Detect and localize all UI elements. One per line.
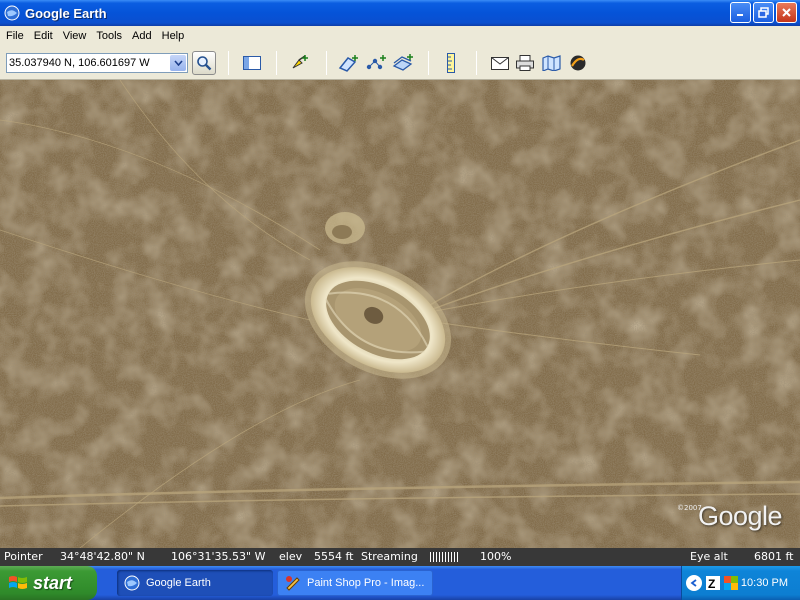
restore-button[interactable] [753, 2, 774, 23]
add-polygon-button[interactable] [337, 51, 361, 75]
sidebar-toggle-icon [243, 56, 261, 70]
email-icon [491, 56, 509, 70]
toolbar-separator [326, 51, 327, 75]
menu-edit[interactable]: Edit [30, 30, 59, 42]
toolbar-separator [428, 51, 429, 75]
taskbar-item-paint-shop-pro[interactable]: Paint Shop Pro - Imag... [277, 570, 433, 596]
start-button[interactable]: start [0, 566, 97, 600]
restore-icon [758, 7, 769, 18]
print-icon [516, 55, 534, 71]
image-overlay-icon [392, 54, 413, 71]
clock: 10:30 PM [740, 577, 788, 589]
search-button[interactable] [192, 51, 216, 75]
add-placemark-button[interactable] [288, 51, 312, 75]
add-image-overlay-button[interactable] [391, 51, 415, 75]
eye-alt-label: Eye alt [690, 550, 728, 563]
menu-bar: File Edit View Tools Add Help [0, 26, 800, 45]
title-bar: Google Earth [0, 0, 800, 26]
search-go-icon [197, 56, 212, 71]
menu-help[interactable]: Help [158, 30, 191, 42]
map-view[interactable]: ©2007 Google [0, 80, 800, 548]
pointer-latitude: 34°48'42.80" N [60, 550, 145, 563]
pointer-label: Pointer [4, 550, 43, 563]
path-icon [366, 55, 386, 70]
google-logo: Google [698, 501, 783, 531]
close-icon [782, 8, 791, 17]
close-button[interactable] [776, 2, 797, 23]
streaming-progress [430, 552, 458, 562]
minimize-icon [737, 14, 743, 16]
streaming-percent: 100% [480, 550, 512, 563]
elevation-value: 5554 ft [314, 550, 354, 563]
location-input[interactable] [7, 55, 167, 71]
google-maps-button[interactable] [540, 51, 564, 75]
streaming-label: Streaming [361, 550, 418, 563]
taskbar: start Google Earth Paint Shop Pro - Imag… [0, 566, 800, 600]
windows-flag-icon [9, 576, 27, 589]
chevron-left-icon [690, 579, 697, 587]
menu-file[interactable]: File [2, 30, 30, 42]
sidebar-toggle-button[interactable] [240, 51, 264, 75]
google-earth-icon [124, 575, 140, 591]
maps-icon [542, 55, 561, 71]
sky-icon [570, 55, 586, 71]
location-combo[interactable] [6, 53, 188, 73]
satellite-imagery [0, 80, 800, 548]
polygon-icon [338, 55, 358, 72]
ruler-icon [447, 53, 455, 73]
toolbar [0, 45, 800, 80]
window-title: Google Earth [25, 5, 107, 21]
sky-button[interactable] [566, 51, 590, 75]
status-bar: Pointer 34°48'42.80" N 106°31'35.53" W e… [0, 548, 800, 566]
menu-add[interactable]: Add [128, 30, 158, 42]
svg-text:Z: Z [708, 577, 715, 590]
print-button[interactable] [513, 51, 537, 75]
task-label: Google Earth [146, 577, 211, 589]
email-button[interactable] [488, 51, 512, 75]
windows-security-icon[interactable] [724, 576, 738, 590]
zonealarm-icon[interactable]: Z [706, 576, 720, 590]
chevron-down-icon [173, 60, 183, 66]
pointer-longitude: 106°31'35.53" W [171, 550, 266, 563]
add-path-button[interactable] [364, 51, 388, 75]
menu-tools[interactable]: Tools [92, 30, 128, 42]
start-label: start [33, 572, 73, 593]
menu-view[interactable]: View [59, 30, 93, 42]
minimize-button[interactable] [730, 2, 751, 23]
task-label: Paint Shop Pro - Imag... [307, 577, 425, 589]
toolbar-separator [228, 51, 229, 75]
toolbar-separator [276, 51, 277, 75]
placemark-icon [292, 55, 308, 69]
paint-shop-pro-icon [286, 576, 300, 591]
elevation-label: elev [279, 550, 303, 563]
google-earth-icon [4, 5, 20, 21]
system-tray: Z 10:30 PM [681, 566, 800, 600]
taskbar-item-google-earth[interactable]: Google Earth [117, 570, 273, 596]
location-dropdown-button[interactable] [170, 55, 186, 71]
eye-alt-value: 6801 ft [754, 550, 794, 563]
ruler-button[interactable] [439, 51, 463, 75]
toolbar-separator [476, 51, 477, 75]
show-hidden-icons-button[interactable] [686, 575, 702, 591]
